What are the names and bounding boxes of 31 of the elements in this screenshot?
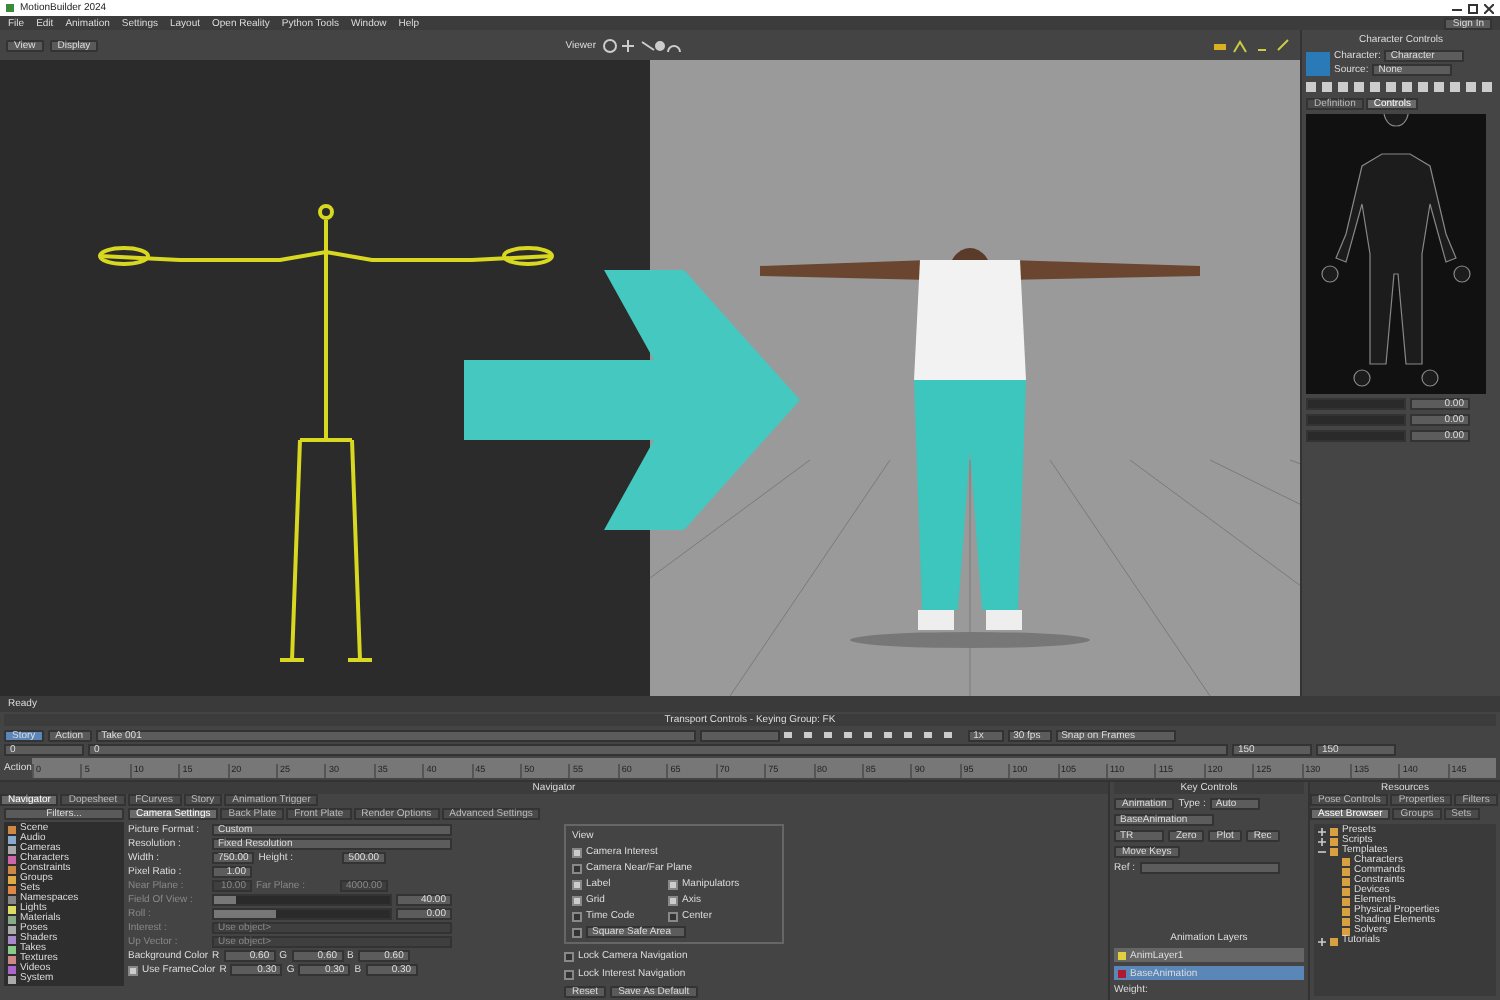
minimize-icon[interactable]: [1452, 3, 1462, 13]
slider[interactable]: [212, 894, 392, 906]
expand-icon[interactable]: [1318, 827, 1326, 835]
expand-icon[interactable]: [1318, 837, 1326, 845]
slider[interactable]: [212, 908, 392, 920]
checkbox[interactable]: [668, 879, 678, 889]
checkbox[interactable]: [572, 911, 582, 921]
slider-track[interactable]: [1306, 398, 1406, 410]
slider-track[interactable]: [1306, 430, 1406, 442]
checkbox[interactable]: [668, 911, 678, 921]
checkbox[interactable]: [564, 951, 574, 961]
ref-field[interactable]: [1139, 862, 1280, 874]
character-tools-icon[interactable]: [1306, 80, 1494, 94]
checkbox[interactable]: [572, 927, 582, 937]
collapse-icon[interactable]: [1318, 847, 1326, 855]
close-icon[interactable]: [1484, 3, 1494, 13]
checkbox[interactable]: [572, 879, 582, 889]
checkbox[interactable]: [572, 895, 582, 905]
navigation-tools-icon[interactable]: [602, 37, 682, 53]
character-icon: [1306, 51, 1330, 75]
slider-track[interactable]: [1306, 414, 1406, 426]
checkbox[interactable]: [564, 969, 574, 979]
expand-icon[interactable]: [1318, 937, 1326, 945]
checkbox[interactable]: [572, 863, 582, 873]
maximize-icon[interactable]: [1468, 3, 1478, 13]
checkbox[interactable]: [128, 965, 138, 975]
checkbox[interactable]: [572, 847, 582, 857]
time-field[interactable]: [699, 729, 780, 741]
display-tools-icon[interactable]: [1214, 37, 1294, 53]
app-logo-icon: [6, 4, 14, 12]
checkbox[interactable]: [668, 895, 678, 905]
